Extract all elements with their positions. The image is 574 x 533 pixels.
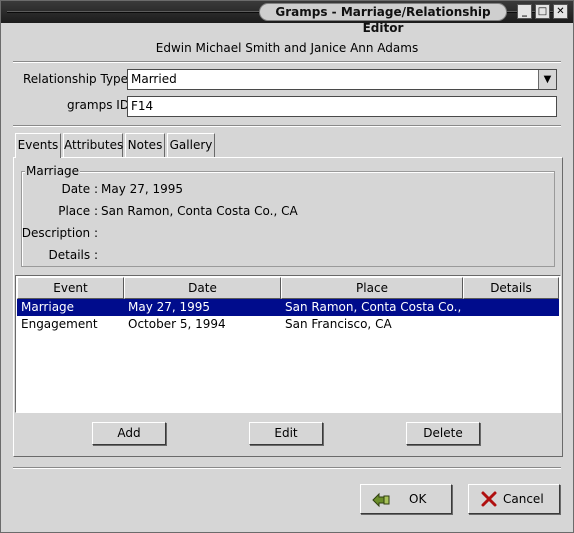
tab-notes[interactable]: Notes bbox=[125, 133, 165, 157]
column-header-event[interactable]: Event bbox=[17, 277, 124, 299]
title-bar[interactable]: Gramps - Marriage/Relationship Editor _ … bbox=[1, 1, 573, 35]
events-list[interactable]: Event Date Place Details Marriage May 27… bbox=[15, 275, 561, 413]
row-event-cell: Marriage bbox=[21, 300, 75, 314]
row-place-cell: San Ramon, Conta Costa Co., CA bbox=[285, 300, 461, 314]
gramps-id-input[interactable]: F14 bbox=[127, 96, 557, 117]
relationship-type-label: Relationship Type bbox=[23, 72, 129, 86]
window-title: Gramps - Marriage/Relationship Editor bbox=[259, 3, 507, 35]
cancel-label: Cancel bbox=[503, 492, 544, 506]
maximize-button[interactable]: □ bbox=[535, 4, 550, 19]
delete-button[interactable]: Delete bbox=[406, 422, 480, 445]
column-header-place[interactable]: Place bbox=[281, 277, 463, 299]
row-place-cell: San Francisco, CA bbox=[285, 317, 392, 331]
column-header-details[interactable]: Details bbox=[463, 277, 559, 299]
edit-button[interactable]: Edit bbox=[249, 422, 323, 445]
cancel-x-icon bbox=[481, 491, 497, 507]
gramps-id-label: gramps ID bbox=[67, 98, 130, 112]
relationship-type-value: Married bbox=[131, 72, 177, 86]
table-row[interactable]: Marriage May 27, 1995 San Ramon, Conta C… bbox=[17, 299, 559, 316]
date-label: Date : bbox=[61, 182, 98, 196]
cancel-button[interactable]: Cancel bbox=[468, 484, 560, 514]
row-date-cell: May 27, 1995 bbox=[128, 300, 211, 314]
date-value: May 27, 1995 bbox=[101, 182, 184, 196]
place-value: San Ramon, Conta Costa Co., CA bbox=[101, 204, 298, 218]
family-title: Edwin Michael Smith and Janice Ann Adams bbox=[155, 41, 419, 55]
column-header-date[interactable]: Date bbox=[124, 277, 281, 299]
ok-icon bbox=[372, 492, 390, 508]
table-row[interactable]: Engagement October 5, 1994 San Francisco… bbox=[17, 316, 559, 333]
editor-window: Gramps - Marriage/Relationship Editor _ … bbox=[0, 0, 574, 533]
tab-events[interactable]: Events bbox=[15, 133, 61, 158]
form-separator bbox=[13, 125, 561, 127]
add-button[interactable]: Add bbox=[92, 422, 166, 445]
row-date-cell: October 5, 1994 bbox=[128, 317, 226, 331]
header-separator bbox=[13, 61, 561, 63]
event-detail-frame-title: Marriage bbox=[25, 164, 81, 178]
tab-attributes[interactable]: Attributes bbox=[63, 133, 123, 157]
place-label: Place : bbox=[58, 204, 98, 218]
footer-separator bbox=[13, 467, 561, 469]
close-button[interactable]: ✕ bbox=[553, 4, 568, 19]
relationship-type-select[interactable]: Married ▼ bbox=[127, 69, 557, 90]
details-label: Details : bbox=[48, 248, 98, 262]
row-event-cell: Engagement bbox=[21, 317, 98, 331]
ok-button[interactable]: OK bbox=[360, 484, 452, 514]
minimize-button[interactable]: _ bbox=[517, 4, 532, 19]
tab-gallery[interactable]: Gallery bbox=[167, 133, 215, 157]
ok-label: OK bbox=[409, 492, 427, 506]
description-label: Description : bbox=[21, 226, 98, 240]
dropdown-arrow-icon[interactable]: ▼ bbox=[538, 70, 556, 89]
